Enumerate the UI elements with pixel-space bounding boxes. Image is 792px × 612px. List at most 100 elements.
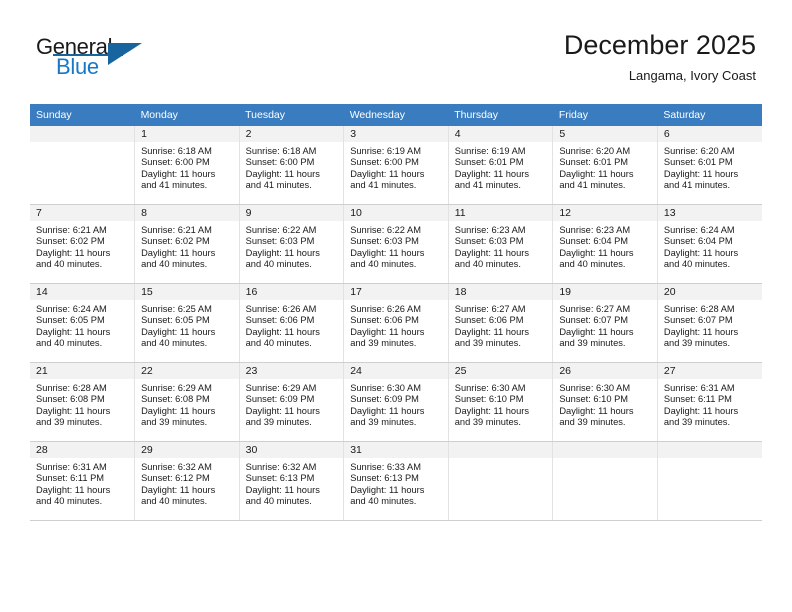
brand-name-blue: Blue — [56, 54, 99, 79]
calendar-day-cell[interactable]: 30 Sunrise: 6:32 AM Sunset: 6:13 PM Dayligh… — [239, 441, 345, 521]
weekday-header-friday: Friday — [552, 104, 658, 126]
day-number: 28 — [30, 442, 135, 458]
daylight-duration-line1: Daylight: 11 hours — [350, 484, 425, 495]
day-cell-content: 10 Sunrise: 6:22 AM Sunset: 6:03 PM Dayligh… — [344, 205, 448, 283]
daylight-duration-line1: Daylight: 11 hours — [245, 405, 320, 416]
calendar-day-cell[interactable]: 17 Sunrise: 6:26 AM Sunset: 6:06 PM Dayligh… — [343, 283, 449, 363]
sunset-time: Sunset: 6:05 PM — [141, 315, 210, 326]
calendar-day-cell[interactable]: 18 Sunrise: 6:27 AM Sunset: 6:06 PM Dayligh… — [448, 283, 554, 363]
calendar-day-cell[interactable]: 15 Sunrise: 6:25 AM Sunset: 6:05 PM Dayligh… — [134, 283, 240, 363]
sunrise-time: Sunrise: 6:30 AM — [350, 383, 421, 393]
calendar-day-cell[interactable]: 5 Sunrise: 6:20 AM Sunset: 6:01 PM Daylight… — [552, 126, 658, 205]
calendar-day-cell[interactable]: 14 Sunrise: 6:24 AM Sunset: 6:05 PM Dayligh… — [30, 283, 136, 363]
sunset-time: Sunset: 6:07 PM — [663, 315, 733, 326]
sunrise-time: Sunrise: 6:23 AM — [559, 225, 631, 235]
calendar-day-cell[interactable]: 3 Sunrise: 6:19 AM Sunset: 6:00 PM Daylight… — [343, 126, 449, 205]
sunrise-time: Sunrise: 6:33 AM — [350, 462, 421, 472]
day-number: 7 — [30, 205, 135, 221]
day-number — [448, 442, 553, 458]
day-cell-content: 2 Sunrise: 6:18 AM Sunset: 6:00 PM Daylight… — [239, 126, 344, 204]
calendar-day-cell[interactable]: 7 Sunrise: 6:21 AM Sunset: 6:02 PM Daylight… — [30, 204, 136, 284]
day-cell-details: Sunrise: 6:18 AM Sunset: 6:00 PM Daylight:… — [135, 142, 239, 192]
calendar-day-cell[interactable]: 31 Sunrise: 6:33 AM Sunset: 6:13 PM Dayligh… — [343, 441, 449, 521]
sunset-time: Sunset: 6:01 PM — [663, 157, 733, 168]
calendar-day-cell[interactable]: 11 Sunrise: 6:23 AM Sunset: 6:03 PM Dayligh… — [448, 204, 554, 284]
sunset-time: Sunset: 6:04 PM — [663, 236, 733, 247]
sunrise-time: Sunrise: 6:20 AM — [663, 146, 735, 156]
calendar-day-cell[interactable]: 16 Sunrise: 6:26 AM Sunset: 6:06 PM Dayligh… — [239, 283, 345, 363]
daylight-duration-line2: and 41 minutes. — [350, 180, 417, 191]
calendar-day-cell[interactable]: 25 Sunrise: 6:30 AM Sunset: 6:10 PM Dayligh… — [448, 362, 554, 442]
sunset-time: Sunset: 6:12 PM — [141, 473, 210, 484]
day-cell-content: 12 Sunrise: 6:23 AM Sunset: 6:04 PM Dayligh… — [553, 205, 657, 283]
calendar-day-cell[interactable]: 6 Sunrise: 6:20 AM Sunset: 6:01 PM Daylight… — [657, 126, 762, 205]
sunrise-time: Sunrise: 6:24 AM — [36, 304, 107, 314]
daylight-duration-line1: Daylight: 11 hours — [350, 168, 425, 179]
calendar-day-cell[interactable]: 4 Sunrise: 6:19 AM Sunset: 6:01 PM Daylight… — [448, 126, 554, 205]
day-cell-details: Sunrise: 6:22 AM Sunset: 6:03 PM Daylight:… — [344, 221, 448, 271]
calendar-day-cell[interactable]: 28 Sunrise: 6:31 AM Sunset: 6:11 PM Dayligh… — [30, 441, 136, 521]
calendar-day-cell[interactable]: 26 Sunrise: 6:30 AM Sunset: 6:10 PM Dayligh… — [552, 362, 658, 442]
calendar-day-cell[interactable]: 1 Sunrise: 6:18 AM Sunset: 6:00 PM Daylight… — [134, 126, 240, 205]
calendar-day-cell[interactable]: 12 Sunrise: 6:23 AM Sunset: 6:04 PM Dayligh… — [552, 204, 658, 284]
sunset-time: Sunset: 6:06 PM — [454, 315, 524, 326]
brand-logo[interactable]: General Blue — [36, 34, 236, 86]
weekday-header-wednesday: Wednesday — [343, 104, 449, 126]
sunrise-time: Sunrise: 6:21 AM — [141, 225, 212, 235]
daylight-duration-line2: and 39 minutes. — [663, 338, 731, 349]
sunset-time: Sunset: 6:09 PM — [245, 394, 315, 405]
calendar-day-cell[interactable]: 29 Sunrise: 6:32 AM Sunset: 6:12 PM Dayligh… — [134, 441, 240, 521]
sunset-time: Sunset: 6:07 PM — [559, 315, 629, 326]
calendar-page: General Blue December 2025 Langama, Ivor… — [0, 0, 792, 612]
calendar-day-cell[interactable]: 10 Sunrise: 6:22 AM Sunset: 6:03 PM Dayligh… — [343, 204, 449, 284]
page-header: General Blue December 2025 Langama, Ivor… — [0, 0, 792, 100]
daylight-duration-line1: Daylight: 11 hours — [141, 484, 216, 495]
calendar-day-cell[interactable]: 24 Sunrise: 6:30 AM Sunset: 6:09 PM Dayligh… — [343, 362, 449, 442]
calendar-day-cell[interactable]: 19 Sunrise: 6:27 AM Sunset: 6:07 PM Dayligh… — [552, 283, 658, 363]
calendar-week-row: 1 Sunrise: 6:18 AM Sunset: 6:00 PM Daylight… — [30, 126, 762, 205]
calendar-week-row: 21 Sunrise: 6:28 AM Sunset: 6:08 PM Dayligh… — [30, 362, 762, 442]
day-cell-details: Sunrise: 6:25 AM Sunset: 6:05 PM Daylight:… — [135, 300, 239, 350]
sunset-time: Sunset: 6:00 PM — [141, 157, 210, 168]
page-title: December 2025 — [563, 30, 756, 60]
daylight-duration-line2: and 39 minutes. — [350, 338, 417, 349]
calendar-day-cell[interactable]: 22 Sunrise: 6:29 AM Sunset: 6:08 PM Dayligh… — [134, 362, 240, 442]
calendar-day-cell[interactable]: 13 Sunrise: 6:24 AM Sunset: 6:04 PM Dayligh… — [657, 204, 762, 284]
daylight-duration-line2: and 40 minutes. — [141, 496, 208, 507]
daylight-duration-line1: Daylight: 11 hours — [663, 247, 739, 258]
day-cell-details: Sunrise: 6:22 AM Sunset: 6:03 PM Daylight:… — [240, 221, 344, 271]
daylight-duration-line2: and 41 minutes. — [663, 180, 731, 191]
sunset-time: Sunset: 6:13 PM — [350, 473, 419, 484]
day-cell-content: 9 Sunrise: 6:22 AM Sunset: 6:03 PM Daylight… — [239, 205, 344, 283]
calendar-day-cell[interactable]: 21 Sunrise: 6:28 AM Sunset: 6:08 PM Dayligh… — [30, 362, 136, 442]
weekday-header-thursday: Thursday — [448, 104, 553, 126]
daylight-duration-line2: and 41 minutes. — [559, 180, 626, 191]
sunset-time: Sunset: 6:13 PM — [245, 473, 315, 484]
day-number: 14 — [30, 284, 135, 300]
day-number: 26 — [553, 363, 657, 379]
daylight-duration-line1: Daylight: 11 hours — [245, 326, 320, 337]
sunset-time: Sunset: 6:02 PM — [141, 236, 210, 247]
sunrise-time: Sunrise: 6:28 AM — [663, 304, 735, 314]
day-number: 29 — [135, 442, 239, 458]
daylight-duration-line1: Daylight: 11 hours — [141, 405, 216, 416]
daylight-duration-line2: and 40 minutes. — [141, 259, 208, 270]
calendar-day-cell[interactable]: 27 Sunrise: 6:31 AM Sunset: 6:11 PM Dayligh… — [657, 362, 762, 442]
weekday-header-monday: Monday — [134, 104, 240, 126]
day-cell-details: Sunrise: 6:33 AM Sunset: 6:13 PM Daylight:… — [344, 458, 448, 508]
calendar-day-cell[interactable]: 20 Sunrise: 6:28 AM Sunset: 6:07 PM Dayligh… — [657, 283, 762, 363]
calendar-day-cell[interactable]: 2 Sunrise: 6:18 AM Sunset: 6:00 PM Daylight… — [239, 126, 345, 205]
day-cell-content: 15 Sunrise: 6:25 AM Sunset: 6:05 PM Dayligh… — [135, 284, 239, 362]
calendar-day-cell[interactable]: 8 Sunrise: 6:21 AM Sunset: 6:02 PM Daylight… — [134, 204, 240, 284]
day-cell-content: 31 Sunrise: 6:33 AM Sunset: 6:13 PM Dayligh… — [344, 442, 448, 520]
sunset-time: Sunset: 6:10 PM — [559, 394, 629, 405]
daylight-duration-line2: and 40 minutes. — [36, 259, 103, 270]
daylight-duration-line1: Daylight: 11 hours — [663, 168, 739, 179]
daylight-duration-line1: Daylight: 11 hours — [141, 326, 216, 337]
calendar-day-cell[interactable]: 23 Sunrise: 6:29 AM Sunset: 6:09 PM Dayligh… — [239, 362, 345, 442]
daylight-duration-line1: Daylight: 11 hours — [663, 326, 739, 337]
day-number: 18 — [448, 284, 553, 300]
day-number: 13 — [657, 205, 762, 221]
calendar-day-cell[interactable]: 9 Sunrise: 6:22 AM Sunset: 6:03 PM Daylight… — [239, 204, 345, 284]
sunrise-time: Sunrise: 6:31 AM — [663, 383, 735, 393]
